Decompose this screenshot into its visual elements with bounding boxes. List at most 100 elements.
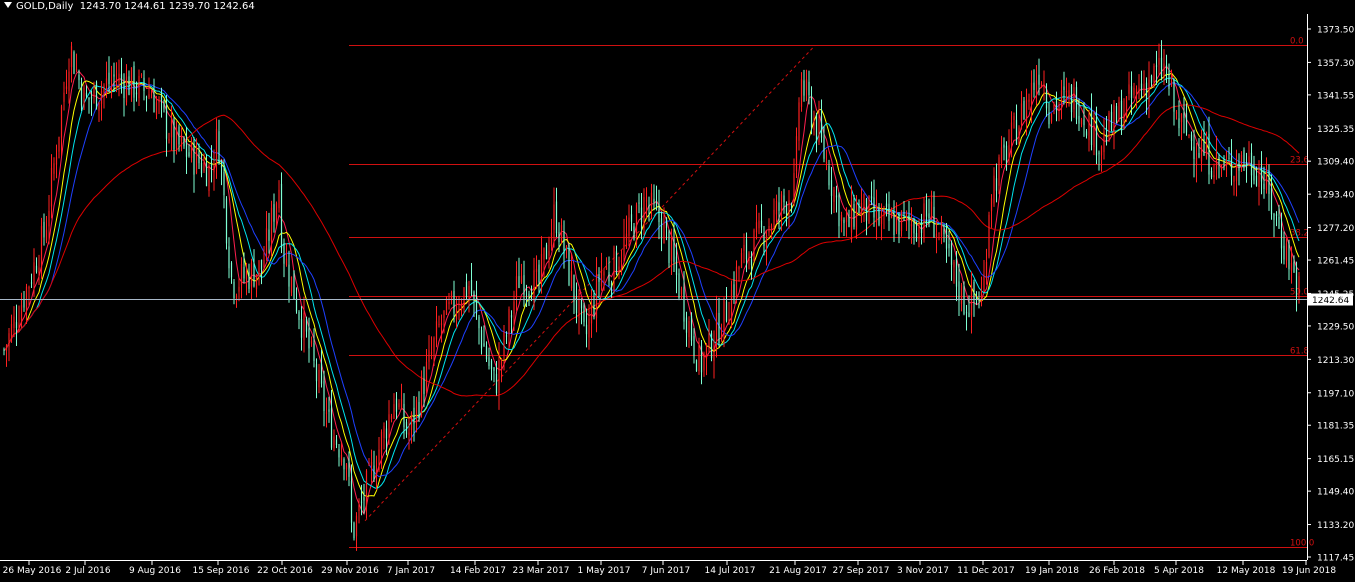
candle-body xyxy=(108,72,110,84)
candle-body xyxy=(1163,63,1165,76)
candle-body xyxy=(133,65,135,98)
candle-body xyxy=(388,414,390,439)
candle-body xyxy=(373,465,375,480)
candle-body xyxy=(413,407,415,424)
candle-body xyxy=(955,258,958,287)
candle-body xyxy=(925,199,928,217)
time-tick-label: 21 Aug 2017 xyxy=(769,566,827,576)
candle-body xyxy=(128,76,130,95)
price-chart[interactable]: 0.023.638.250.061.8100.0 1242.64 1373.50… xyxy=(0,0,1355,582)
candle-body xyxy=(665,217,668,229)
candle-body xyxy=(625,233,628,241)
candle-body xyxy=(818,119,820,143)
candle-body xyxy=(720,335,723,340)
time-tick-label: 15 Sep 2016 xyxy=(192,566,249,576)
candle-body xyxy=(25,286,28,310)
candle-body xyxy=(1238,162,1240,171)
candle-body xyxy=(1068,90,1070,97)
candle-body xyxy=(595,274,598,319)
candle-body xyxy=(365,470,368,507)
time-tick-label: 5 Apr 2018 xyxy=(1154,566,1204,576)
candle-body xyxy=(538,264,540,282)
candle-body xyxy=(1213,175,1215,178)
price-tick-label: 1197.10 xyxy=(1317,389,1354,399)
candle-body xyxy=(1190,134,1193,141)
candle-body xyxy=(648,205,650,208)
candle-body xyxy=(160,94,163,101)
candle-body xyxy=(770,225,773,230)
fib-dashed-trend xyxy=(364,45,816,522)
time-tick-label: 22 Oct 2016 xyxy=(257,566,313,576)
candle-body xyxy=(810,95,813,128)
candle-body xyxy=(105,78,108,86)
candle-body xyxy=(1290,263,1293,271)
candle-body xyxy=(805,79,808,91)
candle-body xyxy=(443,310,445,318)
candle-body xyxy=(488,357,490,366)
candle-body xyxy=(973,281,975,300)
candle-body xyxy=(1058,103,1060,111)
candle-body xyxy=(458,308,460,310)
candle-body xyxy=(610,283,613,289)
candle-body xyxy=(690,315,693,341)
candle-body xyxy=(1278,216,1280,229)
candle-body xyxy=(930,201,933,219)
candle-body xyxy=(5,345,8,351)
current-price-line: 1242.64 xyxy=(0,293,1353,306)
candle-body xyxy=(1233,175,1235,182)
time-tick-label: 19 Jan 2018 xyxy=(1025,566,1079,576)
candle-body xyxy=(655,202,658,206)
candle-body xyxy=(513,301,515,314)
candle-body xyxy=(220,165,223,168)
candle-body xyxy=(998,157,1000,186)
candle-body xyxy=(763,232,765,246)
time-tick-label: 7 Jan 2017 xyxy=(387,566,435,576)
candle-body xyxy=(50,168,53,207)
candle-body xyxy=(1053,104,1055,109)
candle-body xyxy=(983,275,985,291)
candle-body xyxy=(935,233,938,237)
candle-body xyxy=(1023,100,1025,120)
candle-body xyxy=(823,137,825,159)
candle-body xyxy=(793,173,795,203)
candle-body xyxy=(965,312,968,314)
candle-body xyxy=(563,231,565,254)
candle-body xyxy=(968,312,970,318)
candle-body xyxy=(423,378,425,394)
candle-body xyxy=(1140,83,1143,90)
candle-body xyxy=(1235,163,1238,181)
candle-body xyxy=(783,195,785,203)
candle-body xyxy=(478,316,480,329)
candle-body xyxy=(740,253,743,268)
time-tick-label: 9 Aug 2016 xyxy=(129,566,181,576)
candle-body xyxy=(1295,267,1298,296)
candle-body xyxy=(670,240,673,262)
price-tick-label: 1293.40 xyxy=(1317,191,1354,201)
candle-body xyxy=(993,175,995,204)
candle-body xyxy=(613,247,615,291)
candle-body xyxy=(905,212,908,217)
candle-body xyxy=(185,141,188,157)
candle-body xyxy=(290,276,293,293)
candle-body xyxy=(403,403,405,428)
candle-body xyxy=(1183,112,1185,118)
candle-body xyxy=(1283,245,1285,260)
candle-body xyxy=(1215,152,1218,170)
candle-body xyxy=(23,299,25,308)
candle-body xyxy=(885,203,888,207)
candle-body xyxy=(1195,157,1198,165)
candle-body xyxy=(883,208,885,216)
candle-body xyxy=(10,323,13,339)
fib-level-label: 61.8 xyxy=(1290,347,1309,357)
candle-body xyxy=(188,152,190,157)
candle-body xyxy=(1130,86,1133,98)
candle-body xyxy=(780,194,783,213)
candle-body xyxy=(1103,131,1105,153)
candle-body xyxy=(283,242,285,264)
candle-body xyxy=(378,449,380,471)
candle-body xyxy=(218,131,220,164)
candle-body xyxy=(1000,147,1003,163)
price-tick-label: 1133.20 xyxy=(1317,521,1354,531)
candle-body xyxy=(230,262,233,278)
candle-body xyxy=(123,81,125,99)
